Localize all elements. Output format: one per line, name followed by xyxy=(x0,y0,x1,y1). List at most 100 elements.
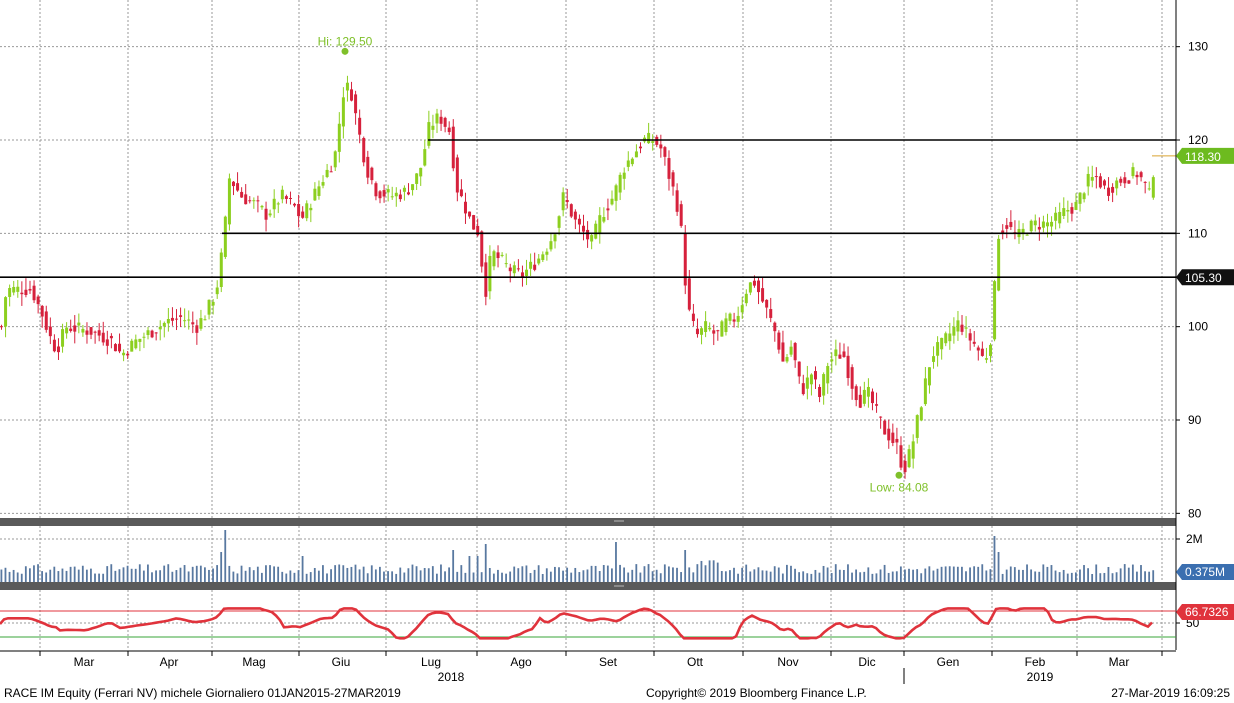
candle-down xyxy=(370,167,374,181)
candle-up xyxy=(138,338,142,342)
candle-down xyxy=(850,367,854,389)
candle-down xyxy=(97,330,101,336)
candle-down xyxy=(154,332,158,334)
candle-down xyxy=(757,280,761,293)
volume-bar xyxy=(842,569,845,582)
candle-down xyxy=(980,348,984,356)
candle-down xyxy=(28,288,32,291)
volume-bar xyxy=(440,564,442,582)
candle-up xyxy=(630,158,634,165)
candle-down xyxy=(793,343,797,361)
candle-down xyxy=(264,208,268,220)
volume-bar xyxy=(73,566,76,582)
candle-down xyxy=(765,299,769,308)
candle-down xyxy=(284,196,288,199)
volume-bar xyxy=(199,565,202,582)
volume-bar xyxy=(1001,573,1004,582)
candle-up xyxy=(866,386,870,397)
volume-bar xyxy=(676,567,678,582)
volume-bar xyxy=(256,566,259,582)
candle-up xyxy=(748,282,752,293)
volume-bar xyxy=(765,570,768,582)
candle-up xyxy=(537,258,541,264)
volume-bar xyxy=(928,566,931,582)
volume-bar xyxy=(562,570,564,582)
candle-down xyxy=(293,203,297,206)
candle-up xyxy=(634,151,638,158)
volume-bar xyxy=(98,573,100,582)
volume-bar xyxy=(696,564,699,582)
candle-up xyxy=(956,320,960,332)
candle-down xyxy=(24,289,28,295)
volume-bar xyxy=(757,567,760,582)
candle-down xyxy=(48,326,52,337)
candle-up xyxy=(77,322,81,326)
candle-down xyxy=(1098,176,1102,188)
volume-bar xyxy=(1018,569,1020,582)
volume-bar xyxy=(49,569,52,582)
candle-up xyxy=(1082,193,1086,200)
volume-bar xyxy=(1050,565,1053,582)
candle-down xyxy=(777,332,781,350)
candle-up xyxy=(989,344,993,356)
volume-bar xyxy=(899,566,902,582)
volume-bar xyxy=(985,570,988,582)
candle-up xyxy=(907,449,911,468)
candle-up xyxy=(419,167,423,177)
volume-bar xyxy=(1127,567,1130,582)
candle-down xyxy=(1139,172,1143,178)
candle-up xyxy=(325,169,329,178)
volume-bar xyxy=(969,567,971,582)
volume-bar xyxy=(423,568,426,582)
volume-bar xyxy=(883,564,886,582)
volume-bar xyxy=(244,570,247,582)
volume-bar xyxy=(879,569,882,582)
volume-bar xyxy=(659,573,662,582)
volume-bar xyxy=(566,567,569,582)
volume-bar xyxy=(1066,573,1069,582)
volume-bar xyxy=(680,572,682,582)
candle-down xyxy=(671,172,675,187)
volume-bar xyxy=(464,572,467,582)
candle-up xyxy=(826,366,830,384)
volume-bar xyxy=(912,569,914,582)
candle-up xyxy=(1062,208,1066,217)
volume-bar xyxy=(309,572,312,582)
volume-bar xyxy=(944,566,947,582)
x-month-label: Feb xyxy=(1025,655,1046,669)
candle-down xyxy=(508,267,512,272)
x-month-label: Ott xyxy=(687,655,704,669)
candle-up xyxy=(834,349,838,357)
candle-down xyxy=(577,218,581,225)
volume-bar xyxy=(179,567,182,582)
price-tick-label: 110 xyxy=(1188,226,1207,240)
volume-bar xyxy=(769,571,772,582)
volume-bar xyxy=(981,564,984,582)
candle-up xyxy=(390,196,394,198)
volume-bar xyxy=(350,566,353,582)
candle-down xyxy=(170,317,174,321)
candle-down xyxy=(179,315,183,317)
candle-up xyxy=(227,178,231,225)
volume-bar xyxy=(118,569,121,582)
candle-down xyxy=(899,445,903,468)
candle-down xyxy=(407,192,410,195)
volume-bar xyxy=(924,568,927,582)
volume-bar xyxy=(488,568,491,582)
candle-up xyxy=(1131,167,1135,177)
volume-bar xyxy=(786,564,788,582)
candle-down xyxy=(69,328,73,331)
candle-down xyxy=(854,386,858,401)
volume-bar xyxy=(24,566,27,582)
volume-bar xyxy=(708,560,711,582)
volume-tick-label: 2M xyxy=(1186,532,1203,546)
volume-bar xyxy=(142,570,145,582)
volume-bar xyxy=(187,571,190,582)
volume-bar xyxy=(745,564,748,582)
candle-down xyxy=(675,190,679,212)
price-tag-label: 105.30 xyxy=(1185,271,1222,285)
candle-down xyxy=(44,311,48,330)
candle-up xyxy=(1041,221,1045,228)
candle-down xyxy=(248,200,252,202)
volume-bar xyxy=(102,573,105,582)
